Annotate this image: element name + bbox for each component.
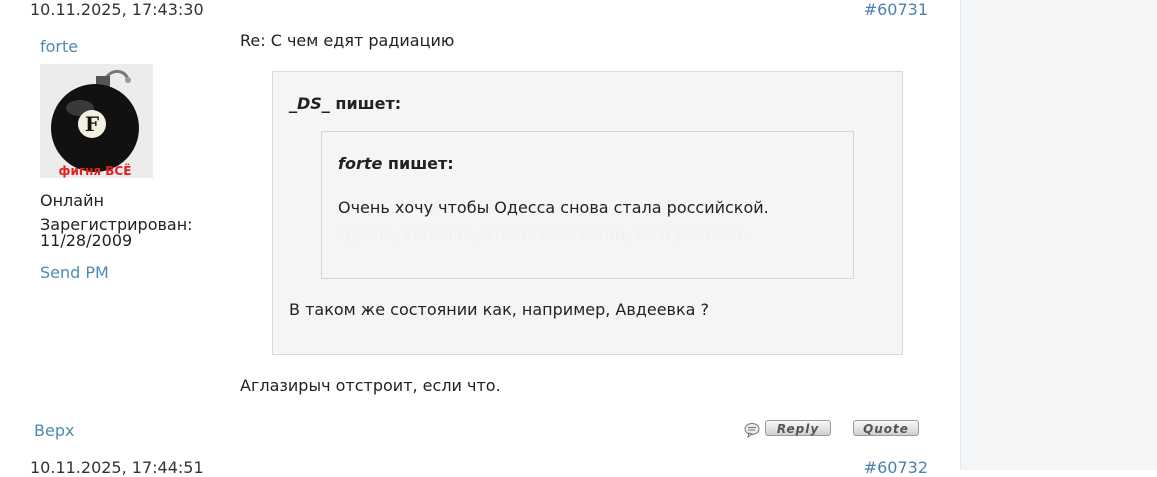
quote-inner-author: forte [338,154,383,173]
quote-inner-text: Очень хочу чтобы Одесса снова стала росс… [338,198,769,217]
quote-outer-header: _DS_ пишет: [289,94,401,113]
comment-icon[interactable] [744,422,760,439]
avatar: F фигня ВСЁ [40,64,153,178]
online-status: Онлайн [40,191,104,210]
next-post-number-link[interactable]: #60732 [864,458,928,477]
post-number-link[interactable]: #60731 [864,0,928,19]
quote-button[interactable]: Quote [853,420,919,436]
top-link[interactable]: Верх [34,421,74,440]
post-body: Аглазирыч отстроит, если что. [240,376,501,395]
next-post-timestamp: 10.11.2025, 17:44:51 [30,458,204,477]
quote-outer-text: В таком же состоянии как, например, Авде… [289,300,710,319]
quote-block-outer: _DS_ пишет: forte пишет: Очень хочу чтоб… [272,71,903,355]
svg-text:фигня ВСЁ: фигня ВСЁ [59,163,132,178]
send-pm-link[interactable]: Send PM [40,263,109,282]
quote-block-inner: forte пишет: Очень хочу чтобы Одесса сно… [321,131,854,279]
quote-outer-author: _DS_ [289,94,330,113]
registered-date: 11/28/2009 [40,231,133,250]
quote-inner-header: forte пишет: [338,154,454,173]
bomb-avatar-image: F фигня ВСЁ [40,64,153,178]
quote-outer-says: пишет: [335,94,402,113]
post-subject: Re: С чем едят радиацию [240,31,455,50]
right-sidebar [960,0,1157,470]
quote-inner-says: пишет: [387,154,454,173]
registration-info: Зарегистрирован: 11/28/2009 [40,217,193,249]
post-timestamp: 10.11.2025, 17:43:30 [30,0,204,19]
quote-inner-hidden-text: Лучше, конечно, чтобы советской, но я ре… [338,225,750,244]
post-area: 10.11.2025, 17:43:30 #60731 forte F фигн… [0,0,960,477]
svg-text:F: F [85,112,99,136]
author-link[interactable]: forte [40,37,78,56]
reply-button[interactable]: Reply [765,420,831,436]
